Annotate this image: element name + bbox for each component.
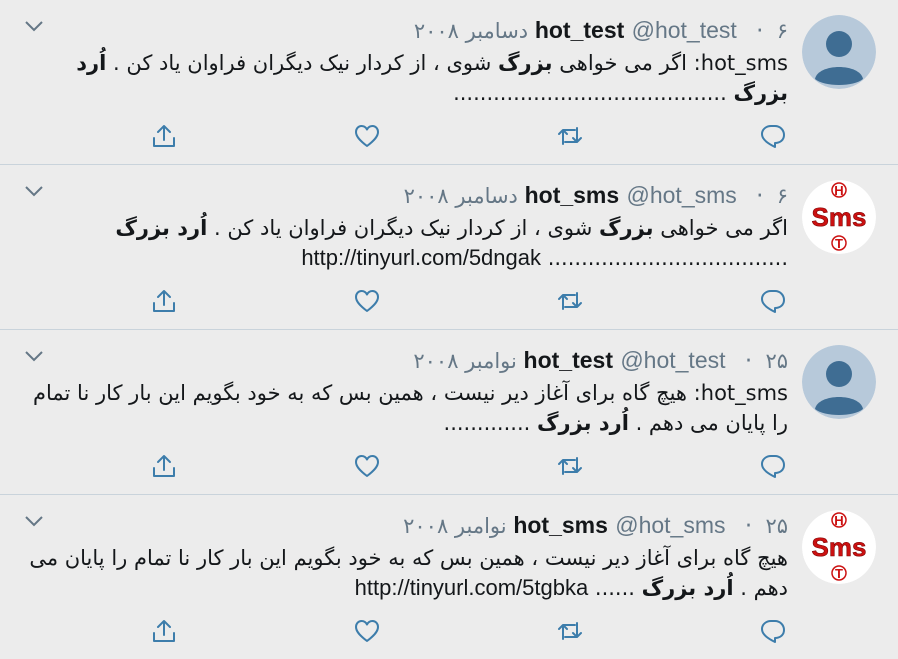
reply-icon[interactable] xyxy=(759,287,787,315)
heart-icon[interactable] xyxy=(353,617,381,645)
default-avatar-icon[interactable] xyxy=(802,15,876,89)
retweet-icon[interactable] xyxy=(556,452,584,480)
tweet-text: hot_sms: اگر می خواهی بزرگ شوی ، از کردا… xyxy=(28,48,788,108)
retweet-icon[interactable] xyxy=(556,287,584,315)
share-icon[interactable] xyxy=(150,452,178,480)
logo-letter: T xyxy=(835,566,843,581)
chevron-down-icon[interactable] xyxy=(24,348,44,362)
tweet-actions xyxy=(0,452,898,482)
tweet-header: hot_sms @hot_sms · ۲۵ نوامبر ۲۰۰۸ xyxy=(403,509,788,542)
share-icon[interactable] xyxy=(150,287,178,315)
text-part: hot_sms: اگر می خواهی xyxy=(552,51,788,75)
logo-letter: T xyxy=(835,236,843,251)
share-icon[interactable] xyxy=(150,617,178,645)
separator-dot: · xyxy=(756,183,764,209)
display-name[interactable]: hot_sms xyxy=(525,182,620,208)
chevron-down-icon[interactable] xyxy=(24,513,44,527)
sms-logo-icon[interactable]: H Sms T xyxy=(802,510,876,584)
text-part: ........................................… xyxy=(453,81,734,105)
tweet-link[interactable]: http://tinyurl.com/5tgbka xyxy=(355,575,589,600)
tweet-feed: hot_test @hot_test · ۶ دسامبر ۲۰۰۸ hot_s… xyxy=(0,0,898,659)
tweet[interactable]: H Sms T hot_sms @hot_sms · ۶ دسامبر ۲۰۰۸… xyxy=(0,165,898,330)
heart-icon[interactable] xyxy=(353,452,381,480)
logo-text: Sms xyxy=(812,532,867,562)
bold-text: بزرگ xyxy=(498,51,553,75)
logo-letter: H xyxy=(834,513,843,528)
sms-logo-icon[interactable]: H Sms T xyxy=(802,180,876,254)
retweet-icon[interactable] xyxy=(556,617,584,645)
user-handle[interactable]: @hot_test xyxy=(632,17,737,43)
reply-icon[interactable] xyxy=(759,122,787,150)
logo-letter: H xyxy=(834,183,843,198)
user-handle[interactable]: @hot_sms xyxy=(615,512,725,538)
tweet-actions xyxy=(0,287,898,317)
tweet-header: hot_sms @hot_sms · ۶ دسامبر ۲۰۰۸ xyxy=(404,179,788,212)
user-handle[interactable]: @hot_test xyxy=(620,347,725,373)
tweet-text: هیچ گاه برای آغاز دیر نیست ، همین بس که … xyxy=(28,543,788,603)
text-part: .................................... xyxy=(547,246,788,270)
text-part: hot_sms: هیچ گاه برای آغاز دیر نیست ، هم… xyxy=(32,381,788,435)
text-part: ............. xyxy=(443,411,537,435)
tweet-actions xyxy=(0,617,898,647)
tweet-header: hot_test @hot_test · ۶ دسامبر ۲۰۰۸ xyxy=(414,14,788,47)
heart-icon[interactable] xyxy=(353,287,381,315)
text-part: اگر می خواهی xyxy=(653,216,788,240)
display-name[interactable]: hot_test xyxy=(535,17,624,43)
tweet-text: اگر می خواهی بزرگ شوی ، از کردار نیک دیگ… xyxy=(28,213,788,273)
default-avatar-icon[interactable] xyxy=(802,345,876,419)
text-part: ...... xyxy=(594,576,642,600)
tweet-link[interactable]: http://tinyurl.com/5dngak xyxy=(301,245,541,270)
tweet-header: hot_test @hot_test · ۲۵ نوامبر ۲۰۰۸ xyxy=(413,344,788,377)
chevron-down-icon[interactable] xyxy=(24,183,44,197)
bold-text: اُرد بزرگ xyxy=(641,576,734,600)
separator-dot: · xyxy=(756,18,764,44)
retweet-icon[interactable] xyxy=(556,122,584,150)
reply-icon[interactable] xyxy=(759,617,787,645)
display-name[interactable]: hot_sms xyxy=(513,512,608,538)
separator-dot: · xyxy=(744,348,753,374)
tweet-actions xyxy=(0,122,898,152)
bold-text: اُرد بزرگ xyxy=(115,216,208,240)
logo-text: Sms xyxy=(812,202,867,232)
display-name[interactable]: hot_test xyxy=(524,347,613,373)
tweet[interactable]: hot_test @hot_test · ۲۵ نوامبر ۲۰۰۸ hot_… xyxy=(0,330,898,495)
reply-icon[interactable] xyxy=(759,452,787,480)
chevron-down-icon[interactable] xyxy=(24,18,44,32)
tweet[interactable]: hot_test @hot_test · ۶ دسامبر ۲۰۰۸ hot_s… xyxy=(0,0,898,165)
share-icon[interactable] xyxy=(150,122,178,150)
tweet-text: hot_sms: هیچ گاه برای آغاز دیر نیست ، هم… xyxy=(28,378,788,438)
bold-text: اُرد بزرگ xyxy=(536,411,629,435)
user-handle[interactable]: @hot_sms xyxy=(627,182,737,208)
separator-dot: · xyxy=(744,513,753,539)
bold-text: بزرگ xyxy=(599,216,654,240)
tweet[interactable]: H Sms T hot_sms @hot_sms · ۲۵ نوامبر ۲۰۰… xyxy=(0,495,898,657)
heart-icon[interactable] xyxy=(353,122,381,150)
text-part: شوی ، از کردار نیک دیگران فراوان یاد کن … xyxy=(207,216,599,240)
text-part: شوی ، از کردار نیک دیگران فراوان یاد کن … xyxy=(106,51,499,75)
